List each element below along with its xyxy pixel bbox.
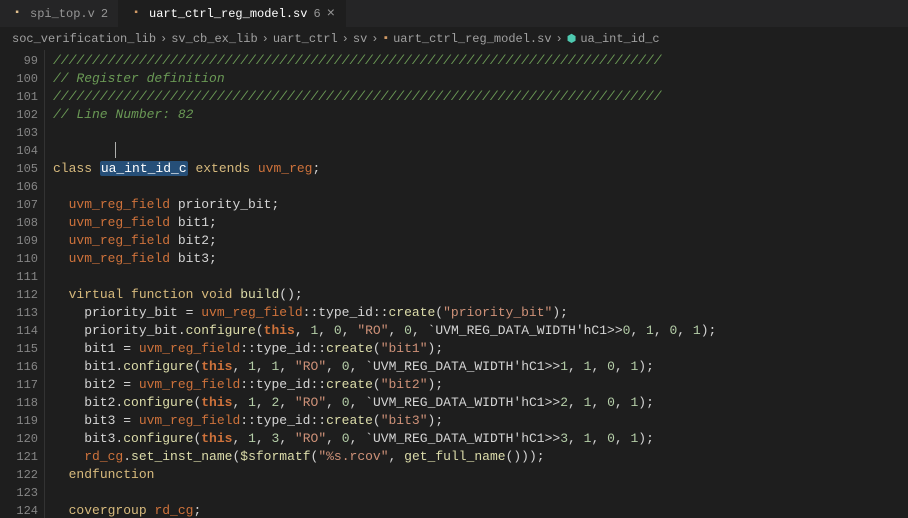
breadcrumb-item[interactable]: sv_cb_ex_lib (171, 32, 257, 46)
file-icon: ▪ (382, 33, 389, 45)
code-line[interactable]: bit1.configure(this, 1, 1, "RO", 0, `UVM… (53, 358, 908, 376)
code-line[interactable] (53, 124, 908, 142)
code-line[interactable]: class ua_int_id_c extends uvm_reg; (53, 160, 908, 178)
code-line[interactable] (53, 178, 908, 196)
code-line[interactable]: bit2 = uvm_reg_field::type_id::create("b… (53, 376, 908, 394)
editor-tabs: ▪ spi_top.v 2 ▪ uart_ctrl_reg_model.sv 6… (0, 0, 908, 28)
code-line[interactable]: endfunction (53, 466, 908, 484)
breadcrumb-item[interactable]: uart_ctrl (273, 32, 338, 46)
code-line[interactable]: uvm_reg_field priority_bit; (53, 196, 908, 214)
code-line[interactable]: covergroup rd_cg; (53, 502, 908, 518)
chevron-right-icon: › (556, 32, 563, 46)
code-line[interactable]: bit3 = uvm_reg_field::type_id::create("b… (53, 412, 908, 430)
breadcrumb-item[interactable]: ⬢ua_int_id_c (567, 32, 660, 46)
code-line[interactable]: rd_cg.set_inst_name($sformatf("%s.rcov",… (53, 448, 908, 466)
code-line[interactable] (53, 484, 908, 502)
breadcrumb-item[interactable]: sv (353, 32, 367, 46)
breadcrumb-item[interactable]: ▪uart_ctrl_reg_model.sv (382, 32, 551, 46)
tab-badge: 6 (313, 7, 320, 21)
line-number: 110 (0, 250, 44, 268)
code-line[interactable]: ////////////////////////////////////////… (53, 52, 908, 70)
class-icon: ⬢ (567, 32, 577, 46)
line-number: 123 (0, 484, 44, 502)
line-number: 102 (0, 106, 44, 124)
line-number-gutter: 9910010110210310410510610710810911011111… (0, 50, 44, 518)
code-line[interactable]: ////////////////////////////////////////… (53, 88, 908, 106)
line-number: 99 (0, 52, 44, 70)
code-content[interactable]: ////////////////////////////////////////… (44, 50, 908, 518)
line-number: 118 (0, 394, 44, 412)
tab-label: uart_ctrl_reg_model.sv (149, 7, 307, 21)
code-line[interactable]: priority_bit.configure(this, 1, 0, "RO",… (53, 322, 908, 340)
line-number: 121 (0, 448, 44, 466)
code-line[interactable]: bit1 = uvm_reg_field::type_id::create("b… (53, 340, 908, 358)
line-number: 122 (0, 466, 44, 484)
line-number: 114 (0, 322, 44, 340)
file-icon: ▪ (129, 7, 143, 21)
line-number: 111 (0, 268, 44, 286)
code-line[interactable]: virtual function void build(); (53, 286, 908, 304)
tab-badge: 2 (101, 7, 108, 21)
line-number: 101 (0, 88, 44, 106)
line-number: 108 (0, 214, 44, 232)
text-cursor (115, 142, 116, 158)
line-number: 120 (0, 430, 44, 448)
tab-uart-ctrl-reg-model[interactable]: ▪ uart_ctrl_reg_model.sv 6 × (119, 0, 346, 27)
code-line[interactable]: priority_bit = uvm_reg_field::type_id::c… (53, 304, 908, 322)
code-line[interactable]: uvm_reg_field bit3; (53, 250, 908, 268)
line-number: 115 (0, 340, 44, 358)
chevron-right-icon: › (262, 32, 269, 46)
code-line[interactable]: uvm_reg_field bit2; (53, 232, 908, 250)
code-line[interactable]: // Register definition (53, 70, 908, 88)
code-line[interactable]: bit3.configure(this, 1, 3, "RO", 0, `UVM… (53, 430, 908, 448)
line-number: 105 (0, 160, 44, 178)
code-editor[interactable]: 9910010110210310410510610710810911011111… (0, 50, 908, 518)
line-number: 106 (0, 178, 44, 196)
tab-label: spi_top.v (30, 7, 95, 21)
chevron-right-icon: › (371, 32, 378, 46)
line-number: 113 (0, 304, 44, 322)
line-number: 107 (0, 196, 44, 214)
code-line[interactable]: bit2.configure(this, 1, 2, "RO", 0, `UVM… (53, 394, 908, 412)
tab-spi-top[interactable]: ▪ spi_top.v 2 (0, 0, 119, 27)
file-icon: ▪ (10, 7, 24, 21)
line-number: 100 (0, 70, 44, 88)
line-number: 103 (0, 124, 44, 142)
line-number: 116 (0, 358, 44, 376)
line-number: 109 (0, 232, 44, 250)
breadcrumb-item[interactable]: soc_verification_lib (12, 32, 156, 46)
code-line[interactable]: // Line Number: 82 (53, 106, 908, 124)
line-number: 124 (0, 502, 44, 518)
breadcrumb: soc_verification_lib › sv_cb_ex_lib › ua… (0, 28, 908, 50)
code-line[interactable] (53, 268, 908, 286)
line-number: 104 (0, 142, 44, 160)
chevron-right-icon: › (160, 32, 167, 46)
line-number: 117 (0, 376, 44, 394)
code-line[interactable]: uvm_reg_field bit1; (53, 214, 908, 232)
line-number: 112 (0, 286, 44, 304)
code-line[interactable] (53, 142, 908, 160)
close-icon[interactable]: × (327, 7, 335, 21)
line-number: 119 (0, 412, 44, 430)
chevron-right-icon: › (342, 32, 349, 46)
